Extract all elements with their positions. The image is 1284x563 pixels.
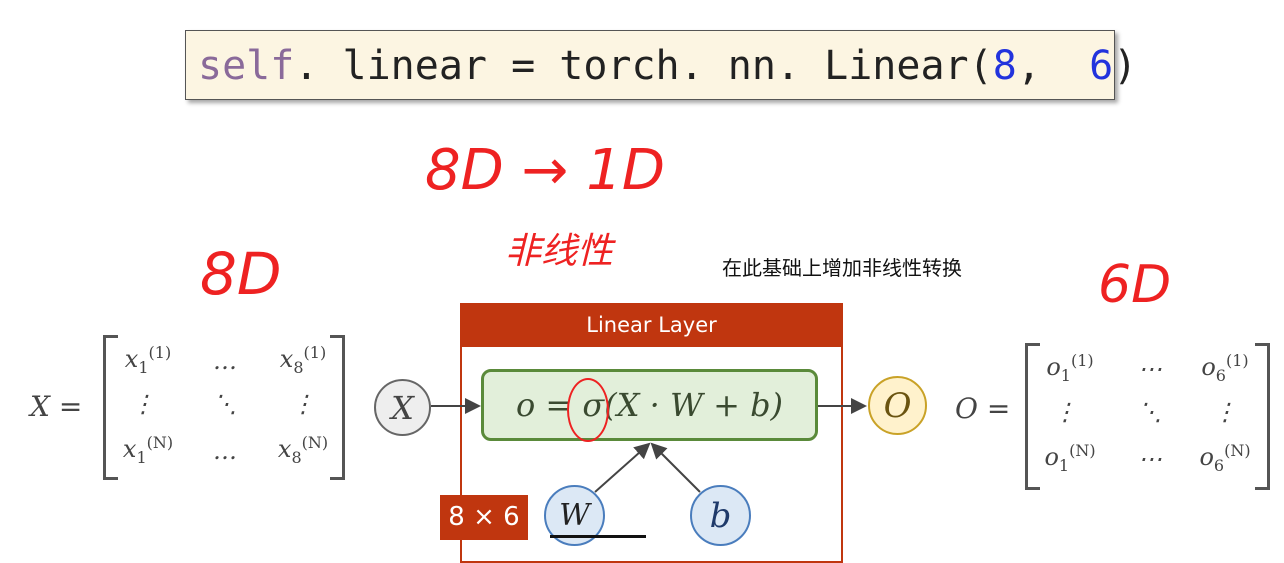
input-node: X xyxy=(374,379,431,436)
bias-node: b xyxy=(690,485,751,546)
connector-arrows xyxy=(431,398,867,493)
formula-box: o = σ(X · W + b) xyxy=(481,369,818,441)
annotation-circle-sigma xyxy=(567,378,609,442)
weight-shape-badge: 8 × 6 xyxy=(440,495,528,540)
output-node: O xyxy=(868,376,927,435)
arrow-weight xyxy=(594,442,651,493)
arrow-bias xyxy=(650,442,701,493)
